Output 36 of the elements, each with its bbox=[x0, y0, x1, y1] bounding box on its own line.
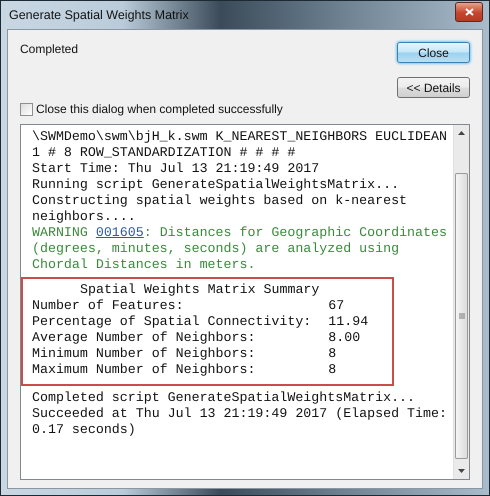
log-line: Running script GenerateSpatialWeightsMatrix... bbox=[32, 177, 400, 193]
warning-text: (degrees, minutes, seconds) are analyzed using bbox=[32, 241, 400, 257]
log-line: \SWMDemo\swm\bjH_k.swm K_NEAREST_NEIGHBORS EUCLIDEAN bbox=[32, 129, 447, 145]
summary-label: Maximum Number of Neighbors: bbox=[32, 362, 256, 378]
warning-label: WARNING bbox=[32, 225, 89, 240]
summary-value: 8 bbox=[328, 346, 338, 362]
scrollbar[interactable] bbox=[453, 125, 469, 479]
window-title: Generate Spatial Weights Matrix bbox=[9, 8, 189, 22]
close-button[interactable]: Close bbox=[397, 42, 470, 63]
summary-label: Percentage of Spatial Connectivity: bbox=[32, 314, 312, 330]
log-line: 1 # 8 ROW_STANDARDIZATION # # # # bbox=[32, 145, 296, 161]
log-line: Succeeded at Thu Jul 13 21:19:49 2017 (Elapsed Time: bbox=[32, 406, 447, 422]
status-text: Completed bbox=[20, 42, 78, 56]
details-button[interactable]: << Details bbox=[397, 77, 470, 98]
summary-value: 8 bbox=[328, 362, 338, 378]
summary-label: Minimum Number of Neighbors: bbox=[32, 346, 256, 362]
warning-text: Chordal Distances in meters. bbox=[32, 257, 256, 273]
summary-label: Number of Features: bbox=[32, 298, 185, 314]
scroll-thumb[interactable] bbox=[455, 173, 468, 459]
log-line: Constructing spatial weights based on k-nearest bbox=[32, 193, 408, 209]
log-line: 0.17 seconds) bbox=[32, 422, 136, 438]
warning-code-link[interactable]: 001605 bbox=[96, 225, 144, 240]
log-line: Completed script GenerateSpatialWeightsMatrix... bbox=[32, 390, 416, 406]
summary-value: 67 bbox=[328, 298, 346, 314]
log-line: neighbors.... bbox=[32, 209, 136, 225]
summary-label: Average Number of Neighbors: bbox=[32, 330, 256, 346]
scroll-up-icon[interactable] bbox=[458, 131, 465, 135]
close-icon[interactable] bbox=[455, 2, 483, 22]
log-line: Start Time: Thu Jul 13 21:19:49 2017 bbox=[32, 161, 320, 177]
checkbox[interactable] bbox=[20, 102, 33, 116]
scroll-down-icon[interactable] bbox=[458, 469, 465, 473]
summary-value: 11.94 bbox=[328, 314, 368, 330]
checkbox-label: Close this dialog when completed successfully bbox=[36, 102, 283, 116]
summary-title: Spatial Weights Matrix Summary bbox=[79, 282, 320, 298]
summary-value: 8.00 bbox=[328, 330, 362, 346]
warning-message: : Distances for Geographic Coordinates bbox=[144, 225, 447, 240]
